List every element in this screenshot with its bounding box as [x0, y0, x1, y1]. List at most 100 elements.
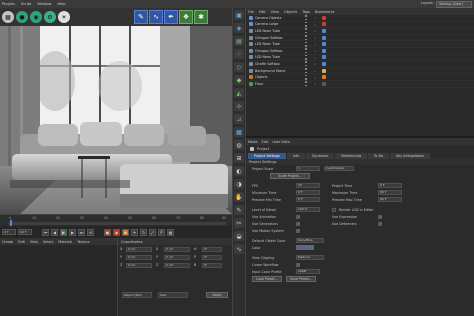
- go-to-start-icon[interactable]: ⏮: [42, 228, 49, 236]
- go-to-end-icon[interactable]: ⏭: [78, 228, 85, 236]
- coordinate-mode-select[interactable]: Object (Rel): [122, 292, 152, 298]
- visibility-dots-icon[interactable]: [305, 21, 310, 27]
- position-x-field[interactable]: 0 cm: [126, 246, 152, 252]
- step-back-icon[interactable]: ◀: [51, 228, 58, 236]
- axis-mode-icon[interactable]: ⊹: [234, 101, 244, 111]
- tab-dynamics[interactable]: Dynamics: [306, 152, 335, 159]
- position-z-field[interactable]: 0 cm: [126, 262, 152, 268]
- use-expression-checkbox[interactable]: ✓: [378, 214, 382, 219]
- start-frame-field[interactable]: 0 F: [2, 229, 16, 235]
- visibility-dots-icon[interactable]: [305, 54, 310, 60]
- project-scale-unit-select[interactable]: Centimeters: [324, 166, 354, 171]
- tab-info[interactable]: Info: [286, 152, 306, 159]
- object-tag-icon[interactable]: [322, 35, 326, 40]
- layout-select[interactable]: Startup (User): [436, 0, 472, 8]
- autokey-icon[interactable]: ◉: [113, 228, 120, 236]
- menu-bookmarks[interactable]: Bookmarks: [315, 10, 335, 14]
- object-tag-icon[interactable]: [322, 28, 326, 33]
- enabled-check-icon[interactable]: ✓: [314, 76, 317, 80]
- material-icon[interactable]: ⚙: [44, 11, 56, 23]
- visibility-dots-icon[interactable]: [305, 15, 310, 21]
- tab-key-interpolation[interactable]: Key Interpolation: [390, 152, 431, 159]
- enabled-check-icon[interactable]: ✓: [314, 29, 317, 33]
- lod-field[interactable]: 100 %: [296, 207, 320, 212]
- brush-icon[interactable]: ✎: [134, 10, 148, 24]
- object-name[interactable]: Background Stand: [255, 69, 303, 73]
- key-position-icon[interactable]: ✛: [131, 228, 138, 236]
- object-tag-icon[interactable]: [322, 75, 326, 80]
- viewport[interactable]: [0, 26, 232, 214]
- menu-user-data[interactable]: User Data: [272, 140, 289, 144]
- object-row[interactable]: Background Stand ✓: [246, 68, 474, 75]
- project-scale-field[interactable]: 1: [296, 166, 320, 171]
- menu-mode[interactable]: Mode: [248, 140, 258, 144]
- step-forward-icon[interactable]: ▶: [69, 228, 76, 236]
- enabled-check-icon[interactable]: ✓: [314, 62, 317, 66]
- view-clipping-select[interactable]: Medium: [296, 255, 324, 260]
- polygons-mode-icon[interactable]: ◆: [234, 75, 244, 85]
- menu-create[interactable]: Create: [2, 240, 13, 244]
- texture-mode-icon[interactable]: ▤: [234, 36, 244, 46]
- render-settings-icon[interactable]: ●: [16, 11, 28, 23]
- enabled-check-icon[interactable]: ✓: [314, 36, 317, 40]
- input-color-select[interactable]: sRGB: [296, 269, 320, 274]
- scene-icon[interactable]: ✱: [194, 10, 208, 24]
- deformer-icon[interactable]: ∿: [149, 10, 163, 24]
- visibility-dots-icon[interactable]: [305, 74, 310, 80]
- enabled-check-icon[interactable]: ✓: [314, 23, 317, 27]
- object-name[interactable]: LED Neon Tube: [255, 42, 303, 46]
- generator-icon[interactable]: ❖: [179, 10, 193, 24]
- points-mode-icon[interactable]: ⁘: [234, 49, 244, 59]
- brush-tool-icon[interactable]: ✎: [234, 205, 244, 215]
- linear-workflow-checkbox[interactable]: ✓: [296, 262, 300, 267]
- magnet-icon[interactable]: ◒: [234, 231, 244, 241]
- rotation-b-field[interactable]: 0°: [202, 262, 222, 268]
- solo-icon[interactable]: ◐: [234, 166, 244, 176]
- ipr-icon[interactable]: ◉: [30, 11, 42, 23]
- object-row[interactable]: LED Neon Tube ✓: [246, 41, 474, 48]
- end-frame-field[interactable]: 90 F: [18, 229, 32, 235]
- save-preset-button[interactable]: Save Preset...: [286, 275, 316, 282]
- menu-edit[interactable]: Edit: [18, 240, 25, 244]
- coordinate-size-select[interactable]: Size: [158, 292, 188, 298]
- object-name[interactable]: LED Neon Tube: [255, 55, 303, 59]
- preview-min-field[interactable]: 0 F: [296, 197, 320, 202]
- lock-workplane-icon[interactable]: ◍: [234, 140, 244, 150]
- use-generators-checkbox[interactable]: ✓: [296, 221, 300, 226]
- menu-file[interactable]: File: [248, 10, 254, 14]
- visibility-dots-icon[interactable]: [305, 61, 310, 67]
- object-tag-icon[interactable]: [322, 68, 326, 73]
- rotation-p-field[interactable]: 0°: [202, 254, 222, 260]
- key-rotation-icon[interactable]: ↻: [140, 228, 147, 236]
- menu-select[interactable]: Select: [43, 240, 53, 244]
- enabled-check-icon[interactable]: ✓: [314, 82, 317, 86]
- workplane-icon[interactable]: ▦: [234, 127, 244, 137]
- position-y-field[interactable]: 0 cm: [126, 254, 152, 260]
- tweak-icon[interactable]: ✋: [234, 192, 244, 202]
- object-row[interactable]: Objects ✓: [246, 74, 474, 81]
- visibility-dots-icon[interactable]: [305, 81, 310, 87]
- use-animation-checkbox[interactable]: ✓: [296, 214, 300, 219]
- rotation-h-field[interactable]: 0°: [202, 246, 222, 252]
- object-tag-icon[interactable]: [322, 81, 326, 86]
- object-name[interactable]: Camera Large: [255, 22, 303, 26]
- edges-mode-icon[interactable]: ◇: [234, 62, 244, 72]
- enabled-check-icon[interactable]: ✓: [314, 69, 317, 73]
- menu-edit[interactable]: Edit: [259, 10, 266, 14]
- object-tag-icon[interactable]: [322, 15, 326, 20]
- enabled-check-icon[interactable]: ✓: [314, 16, 317, 20]
- enabled-check-icon[interactable]: ✓: [314, 43, 317, 47]
- object-row[interactable]: LED Neon Tube ✓: [246, 28, 474, 35]
- enabled-check-icon[interactable]: ✓: [314, 49, 317, 53]
- render-lod-checkbox[interactable]: [332, 207, 336, 212]
- visibility-dots-icon[interactable]: [305, 28, 310, 34]
- menu-window[interactable]: Window: [37, 2, 51, 6]
- visibility-dots-icon[interactable]: [305, 48, 310, 54]
- object-row[interactable]: Giraffe Softbox ✓: [246, 61, 474, 68]
- object-name[interactable]: Floor: [255, 82, 303, 86]
- play-icon[interactable]: ▶: [60, 228, 67, 236]
- use-deformers-checkbox[interactable]: ✓: [378, 221, 382, 226]
- menu-tags[interactable]: Tags: [302, 10, 310, 14]
- object-row[interactable]: Octagon Softbox ✓: [246, 35, 474, 42]
- object-row[interactable]: Camera Large ✓: [246, 21, 474, 29]
